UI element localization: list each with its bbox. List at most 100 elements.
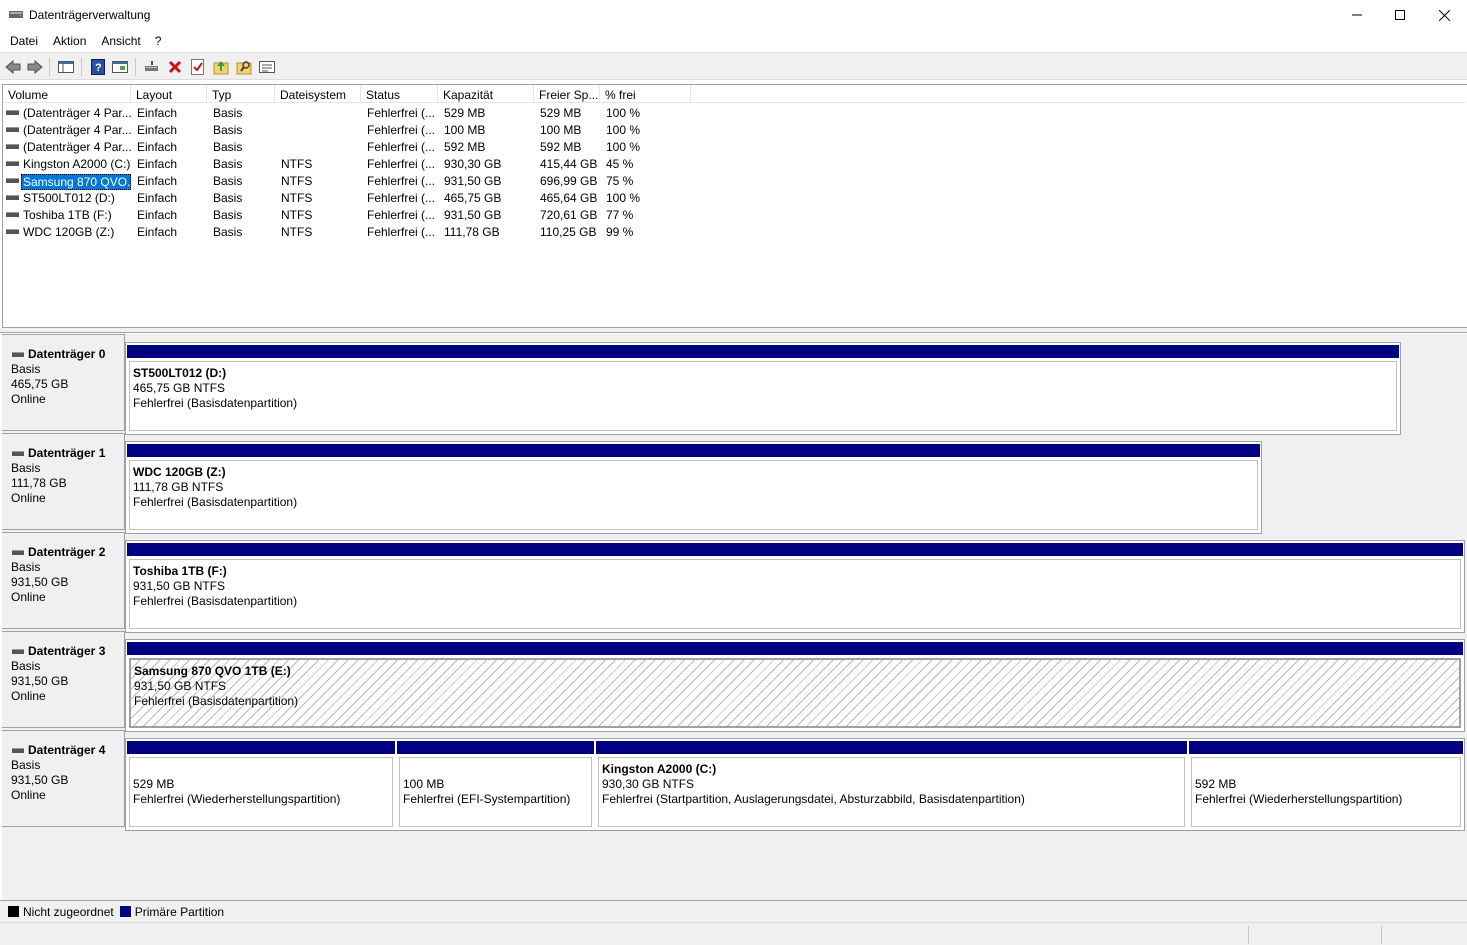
partition-status: Fehlerfrei (Basisdatenpartition): [133, 594, 298, 608]
properties-icon: [259, 61, 275, 73]
column-header-status[interactable]: Status: [361, 85, 438, 103]
partition-title: WDC 120GB (Z:): [133, 465, 226, 479]
cell-dateisystem: NTFS: [281, 174, 313, 188]
column-header-dateisystem[interactable]: Dateisystem: [275, 85, 361, 103]
forward-button[interactable]: [26, 58, 44, 76]
volume-row[interactable]: Toshiba 1TB (F:) Einfach Basis NTFS Fehlerfr…: [3, 206, 1466, 223]
disk-size: 465,75 GB: [11, 377, 69, 391]
volume-row[interactable]: ST500LT012 (D:) Einfach Basis NTFS Fehlerfre…: [3, 189, 1466, 206]
connect-drive-button[interactable]: [143, 58, 161, 76]
menu-datei[interactable]: Datei: [0, 31, 46, 52]
cell-kapazitaet: 465,75 GB: [444, 191, 502, 205]
partition-title: ST500LT012 (D:): [133, 366, 227, 380]
disk-type: Basis: [11, 758, 41, 772]
toolbar-separator: [49, 58, 50, 76]
status-bar: [0, 922, 1467, 945]
minimize-icon: [1352, 14, 1362, 16]
volume-row[interactable]: (Datenträger 4 Par... Einfach Basis Fehlerf…: [3, 121, 1466, 138]
pane-splitter[interactable]: [0, 328, 1467, 333]
delete-button[interactable]: [166, 58, 184, 76]
properties-view-button[interactable]: [111, 58, 129, 76]
cell-kapazitaet: 529 MB: [444, 106, 486, 120]
cell-layout: Einfach: [137, 208, 178, 222]
menu-help[interactable]: ?: [149, 31, 170, 52]
disk-label[interactable]: Datenträger 4 Basis 931,50 GB Online: [2, 730, 125, 827]
primary-partition-bar: [596, 741, 1187, 754]
partition-size: 592 MB: [1195, 777, 1237, 791]
column-header-typ[interactable]: Typ: [207, 85, 275, 103]
cell-status: Fehlerfrei (...: [367, 191, 436, 205]
checklist-icon: [191, 59, 204, 75]
close-button[interactable]: [1421, 0, 1467, 30]
back-button[interactable]: [4, 58, 22, 76]
partition-size: 465,75 GB NTFS: [133, 381, 226, 395]
cell-typ: Basis: [213, 106, 243, 120]
disk-state: Online: [11, 392, 46, 406]
delete-x-icon: [168, 60, 182, 74]
disk-name: Datenträger 0: [11, 347, 124, 362]
partition-status: Fehlerfrei (Basisdatenpartition): [134, 694, 299, 708]
disk-label[interactable]: Datenträger 3 Basis 931,50 GB Online: [2, 631, 125, 728]
status-bar-separator: [1381, 926, 1382, 944]
partition[interactable]: ST500LT012 (D:) 465,75 GB NTFS Fehlerfrei …: [126, 343, 1400, 434]
partition-size: 529 MB: [133, 777, 175, 791]
disk-partition-area: WDC 120GB (Z:) 111,78 GB NTFS Fehlerfrei (…: [125, 441, 1262, 534]
disk-row: Datenträger 1 Basis 111,78 GB Online WDC 120…: [2, 433, 1467, 534]
partition[interactable]: Samsung 870 QVO 1TB (E:) 931,50 GB NTFS Fe…: [126, 640, 1464, 731]
check-button[interactable]: [189, 58, 207, 76]
disk-partition-area: ST500LT012 (D:) 465,75 GB NTFS Fehlerfrei …: [125, 342, 1401, 435]
cell-status: Fehlerfrei (...: [367, 157, 436, 171]
partition[interactable]: Toshiba 1TB (F:) 931,50 GB NTFS Fehlerfrei…: [126, 541, 1464, 632]
volume-row[interactable]: Kingston A2000 (C:) Einfach Basis NTFS Fehle…: [3, 155, 1466, 172]
partition-title: Kingston A2000 (C:): [602, 762, 717, 776]
cell-typ: Basis: [213, 208, 243, 222]
help-button[interactable]: ?: [89, 58, 107, 76]
disk-state: Online: [11, 689, 46, 703]
cell-layout: Einfach: [137, 157, 178, 171]
partition[interactable]: 592 MB Fehlerfrei (Wiederherstellungspart…: [1188, 739, 1464, 830]
primary-partition-swatch: [119, 906, 131, 917]
export-button[interactable]: [212, 58, 230, 76]
partition[interactable]: WDC 120GB (Z:) 111,78 GB NTFS Fehlerfrei (…: [126, 442, 1261, 533]
disk-label[interactable]: Datenträger 0 Basis 465,75 GB Online: [2, 334, 125, 431]
cell-freier-speicher: 465,64 GB: [540, 191, 598, 205]
volume-row[interactable]: WDC 120GB (Z:) Einfach Basis NTFS Fehlerfrei…: [3, 223, 1466, 240]
column-header-freier-speicher[interactable]: Freier Sp...: [534, 85, 600, 103]
disk-label[interactable]: Datenträger 2 Basis 931,50 GB Online: [2, 532, 125, 629]
partition-body: WDC 120GB (Z:) 111,78 GB NTFS Fehlerfrei (…: [129, 460, 1258, 530]
menu-ansicht[interactable]: Ansicht: [94, 31, 148, 52]
properties-button[interactable]: [258, 58, 276, 76]
search-folder-button[interactable]: [235, 58, 253, 76]
partition-status: Fehlerfrei (Startpartition, Auslagerungs…: [602, 792, 1025, 806]
menu-aktion[interactable]: Aktion: [46, 31, 94, 52]
disk-label[interactable]: Datenträger 1 Basis 111,78 GB Online: [2, 433, 125, 530]
volume-row[interactable]: Samsung 870 QVO... Einfach Basis NTFS Fehler…: [3, 172, 1466, 190]
column-header-prozent-frei[interactable]: % frei: [600, 85, 691, 103]
column-header-volume[interactable]: Volume: [3, 85, 131, 103]
volume-list-header: Volume Layout Typ Dateisystem Status Kap…: [3, 85, 1466, 103]
volume-row[interactable]: (Datenträger 4 Par... Einfach Basis Fehlerf…: [3, 138, 1466, 155]
partition[interactable]: Kingston A2000 (C:) 930,30 GB NTFS Fehlerf…: [595, 739, 1188, 830]
show-hide-console-tree-button[interactable]: [57, 58, 75, 76]
cell-layout: Einfach: [137, 191, 178, 205]
column-header-layout[interactable]: Layout: [131, 85, 207, 103]
maximize-button[interactable]: [1377, 0, 1423, 30]
cell-volume: Toshiba 1TB (F:): [23, 208, 112, 222]
cell-freier-speicher: 720,61 GB: [540, 208, 598, 222]
menu-bar: Datei Aktion Ansicht ?: [0, 31, 1467, 52]
partition[interactable]: 100 MB Fehlerfrei (EFI-Systempartition): [396, 739, 595, 830]
partition-size: 100 MB: [403, 777, 445, 791]
primary-partition-bar: [397, 741, 594, 754]
toolbar-separator: [135, 58, 136, 76]
column-header-kapazitaet[interactable]: Kapazität: [438, 85, 534, 103]
disk-size: 111,78 GB: [11, 476, 67, 490]
partition-body: ST500LT012 (D:) 465,75 GB NTFS Fehlerfrei …: [129, 361, 1397, 431]
disk-row: Datenträger 0 Basis 465,75 GB Online ST500LT…: [2, 334, 1467, 435]
disk-graphical-view: Datenträger 0 Basis 465,75 GB Online ST500LT…: [2, 334, 1467, 900]
cell-prozent-frei: 75 %: [606, 174, 634, 188]
volume-row[interactable]: (Datenträger 4 Par... Einfach Basis Fehlerf…: [3, 104, 1466, 121]
disk-name: Datenträger 4: [11, 743, 124, 758]
minimize-button[interactable]: [1334, 0, 1380, 30]
partition[interactable]: 529 MB Fehlerfrei (Wiederherstellungspart…: [126, 739, 396, 830]
cell-kapazitaet: 111,78 GB: [444, 225, 500, 239]
